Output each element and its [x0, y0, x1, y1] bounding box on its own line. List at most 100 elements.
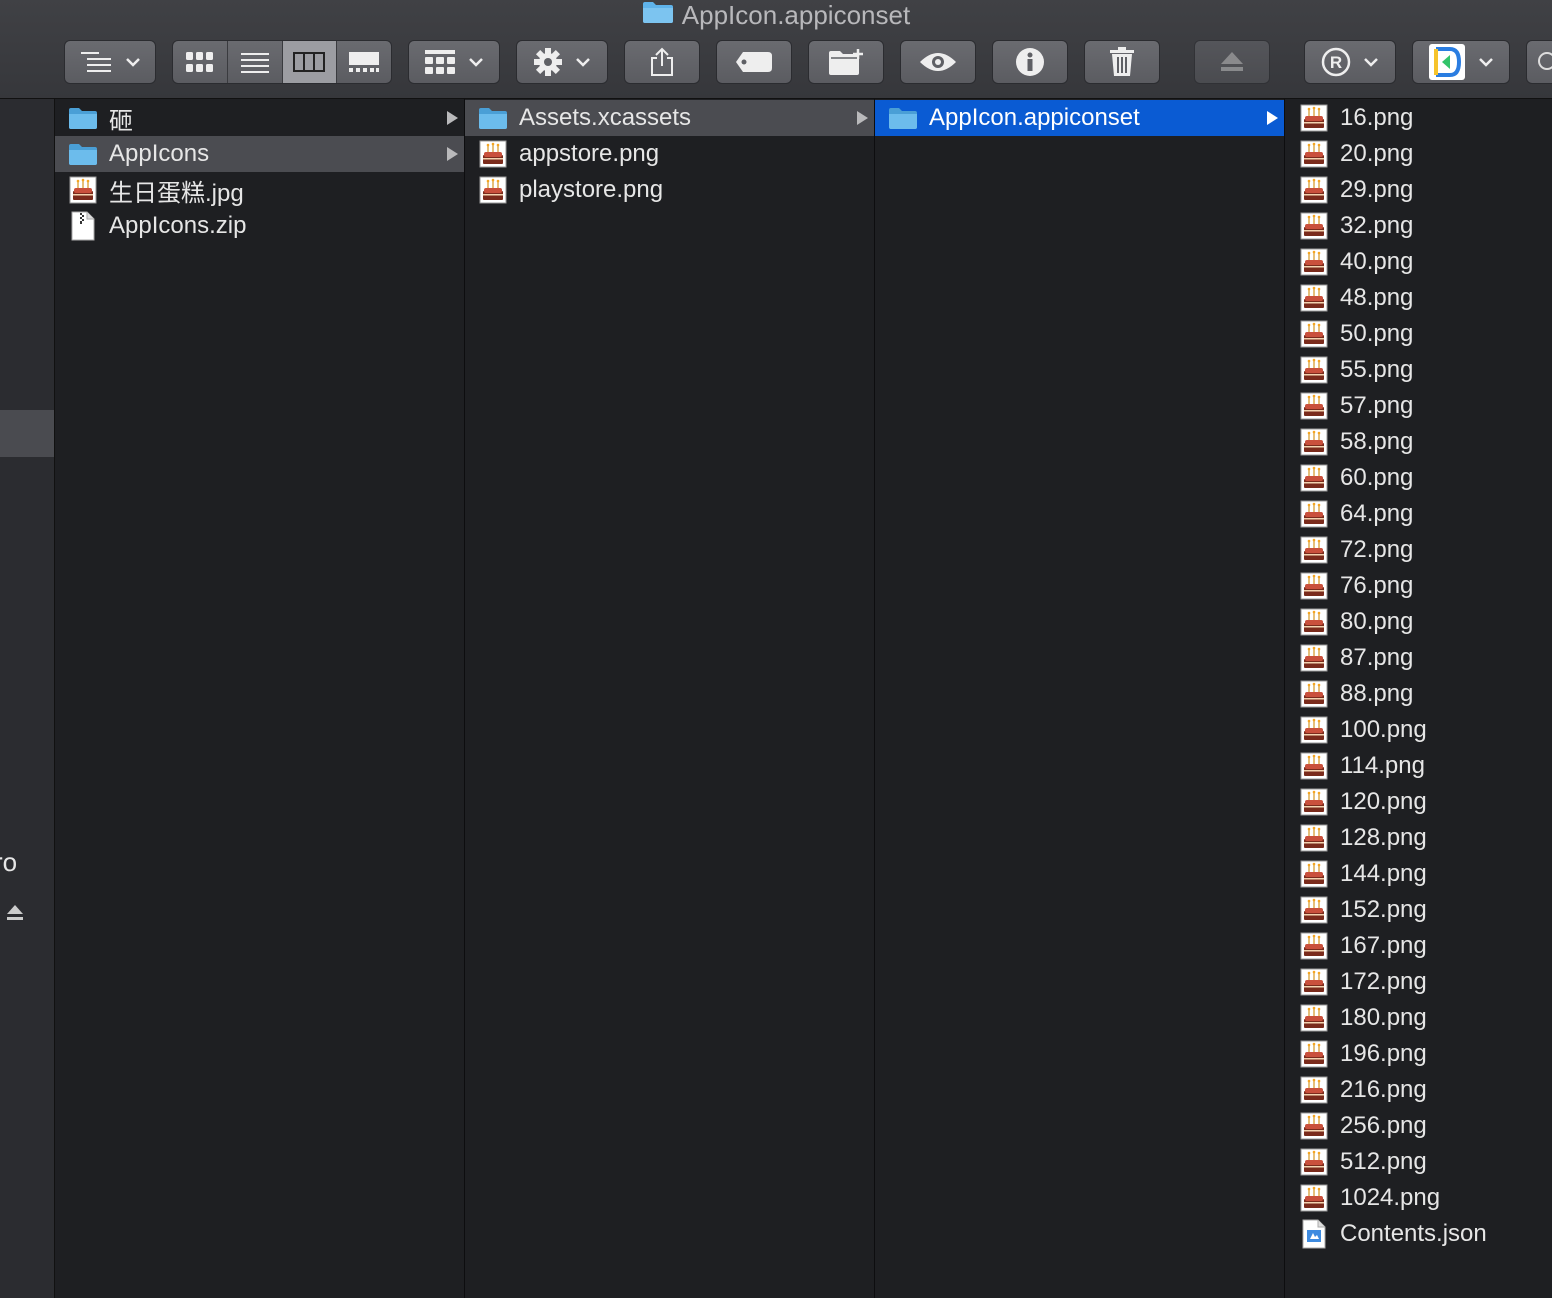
file-row[interactable]: 144.png [1285, 856, 1552, 892]
file-row[interactable]: 55.png [1285, 352, 1552, 388]
share-icon [649, 47, 675, 77]
file-row[interactable]: 1024.png [1285, 1180, 1552, 1216]
folder-row[interactable]: Assets.xcassets [465, 100, 874, 136]
new-folder-button[interactable] [808, 40, 884, 84]
quick-look-button[interactable] [900, 40, 976, 84]
folder-icon [888, 104, 918, 132]
app-dropdown-button[interactable] [1412, 40, 1510, 84]
file-row[interactable]: 80.png [1285, 604, 1552, 640]
file-row[interactable]: 60.png [1285, 460, 1552, 496]
folder-icon [642, 0, 674, 31]
file-row[interactable]: 48.png [1285, 280, 1552, 316]
file-row[interactable]: 152.png [1285, 892, 1552, 928]
image-file-icon [1299, 536, 1329, 564]
image-file-icon [1299, 680, 1329, 708]
tag-button[interactable] [716, 40, 792, 84]
registered-icon: R [1321, 47, 1351, 77]
window-title: AppIcon.appiconset [0, 0, 1552, 30]
eject-button[interactable] [1194, 40, 1270, 84]
item-name: 58.png [1340, 428, 1414, 455]
file-row[interactable]: 114.png [1285, 748, 1552, 784]
file-row[interactable]: 29.png [1285, 172, 1552, 208]
sidebar-selected-item[interactable] [0, 410, 54, 457]
list-view-button[interactable] [228, 41, 283, 83]
image-file-icon [68, 176, 98, 204]
item-name: appstore.png [519, 140, 660, 167]
file-row[interactable]: 128.png [1285, 820, 1552, 856]
file-row[interactable]: 40.png [1285, 244, 1552, 280]
item-name: 80.png [1340, 608, 1414, 635]
browser-column-4: 16.png 20.png 29.png 32.png 40.png 48.png 50.p… [1285, 99, 1552, 1298]
folder-row[interactable]: AppIcon.appiconset [875, 100, 1284, 136]
group-icon [424, 49, 456, 75]
image-file-icon [1299, 356, 1329, 384]
file-row[interactable]: 20.png [1285, 136, 1552, 172]
item-name: 512.png [1340, 1148, 1427, 1175]
item-name: Contents.json [1340, 1220, 1487, 1247]
item-name: 50.png [1340, 320, 1414, 347]
view-mode-segmented-control[interactable] [172, 40, 392, 84]
item-name: 60.png [1340, 464, 1414, 491]
outline-dropdown-button[interactable] [64, 40, 156, 84]
file-row[interactable]: 87.png [1285, 640, 1552, 676]
item-name: 114.png [1340, 752, 1425, 779]
item-name: 88.png [1340, 680, 1414, 707]
image-file-icon [1299, 788, 1329, 816]
file-row[interactable]: 216.png [1285, 1072, 1552, 1108]
image-file-icon [1299, 1076, 1329, 1104]
file-row[interactable]: 120.png [1285, 784, 1552, 820]
folder-row[interactable]: AppIcons [55, 136, 464, 172]
image-file-icon [1299, 104, 1329, 132]
file-row[interactable]: 57.png [1285, 388, 1552, 424]
icon-view-button[interactable] [173, 41, 228, 83]
search-field[interactable] [1526, 40, 1552, 84]
gallery-view-button[interactable] [337, 41, 391, 83]
file-row[interactable]: 生日蛋糕.jpg [55, 172, 464, 208]
file-row[interactable]: 172.png [1285, 964, 1552, 1000]
image-file-icon [1299, 1004, 1329, 1032]
image-file-icon [1299, 824, 1329, 852]
item-name: AppIcons [109, 140, 210, 167]
trash-button[interactable] [1084, 40, 1160, 84]
file-row[interactable]: 512.png [1285, 1144, 1552, 1180]
image-file-icon [1299, 284, 1329, 312]
image-file-icon [1299, 392, 1329, 420]
file-row[interactable]: 50.png [1285, 316, 1552, 352]
file-row[interactable]: appstore.png [465, 136, 874, 172]
file-row[interactable]: AppIcons.zip [55, 208, 464, 244]
file-row[interactable]: 100.png [1285, 712, 1552, 748]
window-title-text: AppIcon.appiconset [681, 0, 911, 30]
gear-icon [533, 47, 563, 77]
file-row[interactable]: 196.png [1285, 1036, 1552, 1072]
file-row[interactable]: 72.png [1285, 532, 1552, 568]
column-view-button[interactable] [282, 41, 338, 83]
file-row[interactable]: 167.png [1285, 928, 1552, 964]
file-row[interactable]: 88.png [1285, 676, 1552, 712]
file-row[interactable]: 32.png [1285, 208, 1552, 244]
sidebar-device-label[interactable]: ro [0, 847, 17, 878]
file-row[interactable]: 180.png [1285, 1000, 1552, 1036]
file-row[interactable]: 76.png [1285, 568, 1552, 604]
item-name: 32.png [1340, 212, 1414, 239]
group-dropdown-button[interactable] [408, 40, 500, 84]
file-row[interactable]: 64.png [1285, 496, 1552, 532]
get-info-button[interactable] [992, 40, 1068, 84]
file-row[interactable]: 256.png [1285, 1108, 1552, 1144]
folder-row[interactable]: 砸 [55, 100, 464, 136]
item-name: 20.png [1340, 140, 1414, 167]
eject-icon[interactable] [6, 904, 24, 929]
share-button[interactable] [624, 40, 700, 84]
item-name: 55.png [1340, 356, 1414, 383]
disclosure-arrow-icon [1267, 111, 1278, 125]
file-row[interactable]: playstore.png [465, 172, 874, 208]
file-row[interactable]: Contents.json [1285, 1216, 1552, 1252]
disclosure-arrow-icon [447, 111, 458, 125]
action-dropdown-button[interactable] [516, 40, 608, 84]
item-name: 40.png [1340, 248, 1414, 275]
image-file-icon [1299, 1148, 1329, 1176]
trash-icon [1109, 47, 1135, 77]
image-file-icon [1299, 896, 1329, 924]
file-row[interactable]: 58.png [1285, 424, 1552, 460]
file-row[interactable]: 16.png [1285, 100, 1552, 136]
registered-dropdown-button[interactable]: R [1304, 40, 1396, 84]
